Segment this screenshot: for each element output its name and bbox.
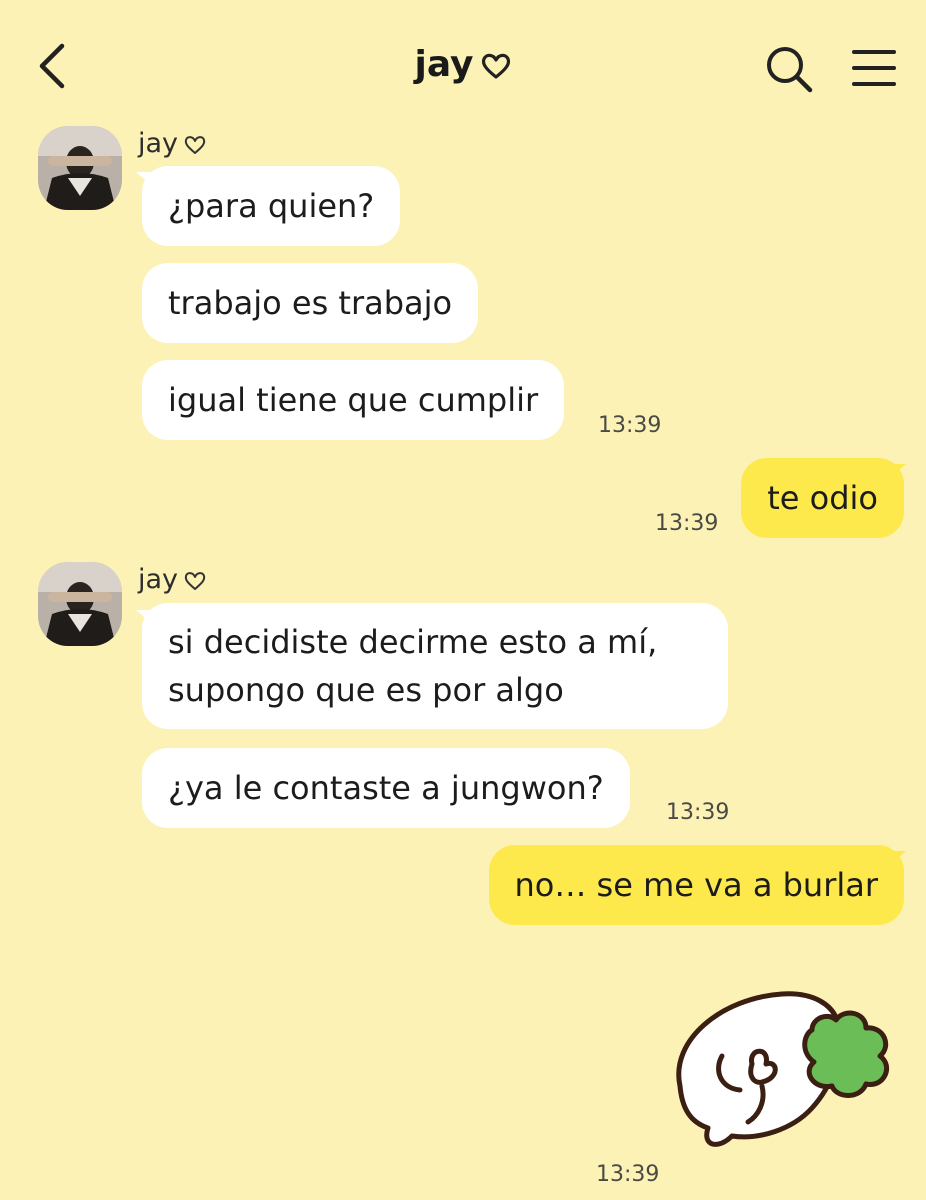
sleeping-bunny-sticker[interactable] [662,990,898,1150]
chat-header: jay [0,0,926,130]
heart-outline-icon [481,53,510,79]
message-time: 13:39 [596,1162,660,1187]
heart-outline-icon [184,571,206,590]
message-time: 13:39 [598,413,662,438]
message-bubble[interactable]: ¿para quien? [142,166,401,246]
message-bubble[interactable]: ¿ya le contaste a jungwon? [142,748,630,828]
avatar[interactable] [38,126,122,210]
heart-outline-icon [184,135,206,154]
avatar[interactable] [38,562,122,646]
sender-name-text: jay [138,128,179,159]
message-bubble[interactable]: te odio [741,458,904,538]
sender-name: jay [138,564,206,595]
sender-name: jay [138,128,206,159]
sender-name-text: jay [138,564,179,595]
message-time: 13:39 [666,800,730,825]
search-icon[interactable] [764,44,814,94]
message-time: 13:39 [655,511,719,536]
message-bubble[interactable]: trabajo es trabajo [142,263,479,343]
bubble-tail [890,464,906,478]
message-bubble[interactable]: no… se me va a burlar [488,845,904,925]
message-bubble[interactable]: si decidiste decirme esto a mí, supongo … [142,603,728,729]
bubble-tail [890,851,906,865]
message-bubble[interactable]: igual tiene que cumplir [142,360,565,440]
chat-title-text: jay [414,44,474,85]
hamburger-menu-icon[interactable] [852,48,896,88]
